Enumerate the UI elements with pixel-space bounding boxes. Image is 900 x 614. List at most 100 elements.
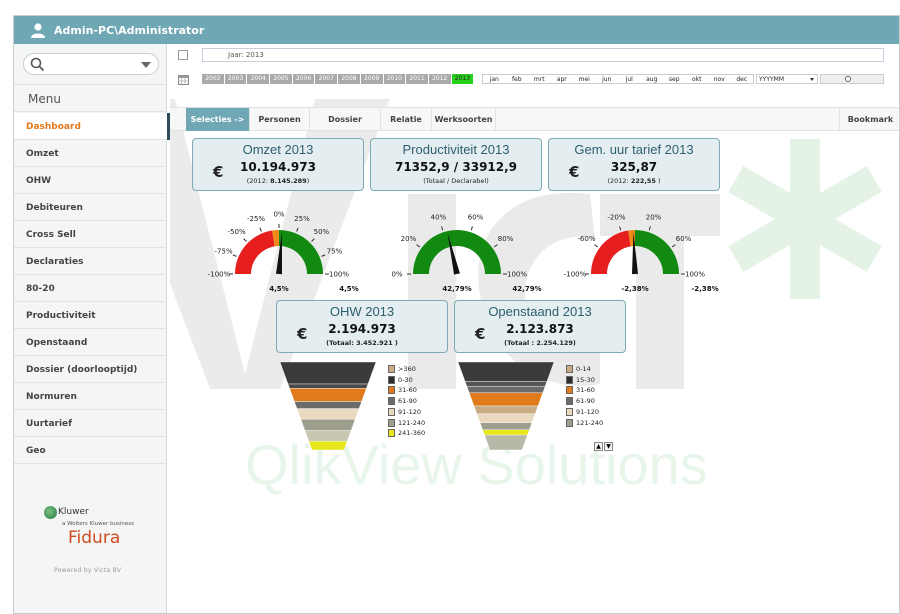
scroll-down-icon[interactable]: ▼: [604, 442, 613, 451]
tab-relatie[interactable]: Relatie: [381, 108, 432, 131]
jaar-filter[interactable]: Jaar: 2013: [202, 48, 884, 62]
funnel-segment[interactable]: [300, 419, 356, 431]
sidebar-item[interactable]: OHW: [14, 167, 167, 194]
year-option[interactable]: 2003: [224, 74, 248, 84]
sidebar-item[interactable]: Debiteuren: [14, 194, 167, 221]
funnel-segment[interactable]: [476, 413, 536, 423]
list-box-icon[interactable]: [178, 50, 188, 60]
funnel-segment[interactable]: [458, 362, 554, 382]
funnel-segment[interactable]: [468, 392, 544, 407]
funnel-segment[interactable]: [296, 408, 360, 420]
year-option[interactable]: 2009: [360, 74, 384, 84]
funnel-segment[interactable]: [473, 405, 539, 415]
funnel-segment[interactable]: [287, 383, 369, 389]
sidebar-item[interactable]: Uurtarief: [14, 410, 167, 437]
gauge-band: [591, 230, 631, 274]
legend-label: >360: [398, 365, 416, 373]
tab-selecties[interactable]: Selecties ->: [186, 108, 250, 131]
legend-item[interactable]: 61-90: [388, 396, 448, 406]
calendar-icon[interactable]: [178, 74, 189, 85]
sidebar-item[interactable]: Declaraties: [14, 248, 167, 275]
gauge-band: [279, 230, 323, 274]
month-option[interactable]: jan: [483, 75, 506, 84]
year-option[interactable]: 2007: [315, 74, 339, 84]
tab-personen[interactable]: Personen: [250, 108, 310, 131]
funnel-segment[interactable]: [280, 362, 376, 385]
month-option[interactable]: jul: [618, 75, 641, 84]
month-option[interactable]: aug: [641, 75, 664, 84]
title-bar: Admin-PC\Administrator: [14, 16, 899, 44]
legend-item[interactable]: >360: [388, 364, 448, 374]
month-option[interactable]: mei: [573, 75, 596, 84]
gauge-tick-label: 60%: [676, 235, 692, 243]
legend-item[interactable]: 31-60: [566, 385, 626, 395]
slider-knob[interactable]: [845, 76, 851, 82]
gauge-tick-label: 20%: [401, 235, 417, 243]
sidebar-item[interactable]: 80-20: [14, 275, 167, 302]
month-option[interactable]: sep: [663, 75, 686, 84]
legend-item[interactable]: 0-14: [566, 364, 626, 374]
legend-label: 91-120: [398, 407, 422, 416]
funnel-segment[interactable]: [294, 401, 362, 409]
legend-item[interactable]: 15-30: [566, 375, 626, 385]
search-input[interactable]: [23, 53, 159, 75]
gauge-tick: [311, 238, 315, 242]
legend-item[interactable]: 0-30: [388, 375, 448, 385]
funnel-segment[interactable]: [479, 422, 533, 430]
kpi-title: Gem. uur tarief 2013: [574, 142, 694, 157]
funnel-segment[interactable]: [304, 430, 352, 442]
year-option[interactable]: 2008: [338, 74, 361, 84]
gauge-tick-label: 100%: [685, 271, 705, 279]
year-option[interactable]: 2011: [406, 74, 429, 84]
month-option[interactable]: jun: [596, 75, 619, 84]
legend-item[interactable]: 241-360: [388, 428, 448, 438]
funnel-segment[interactable]: [308, 440, 348, 451]
legend-item[interactable]: 91-120: [388, 407, 448, 417]
sidebar-item[interactable]: Dossier (doorlooptijd): [14, 356, 167, 383]
month-option[interactable]: mrt: [528, 75, 551, 84]
funnel-segment[interactable]: [289, 388, 367, 402]
funnel-segment[interactable]: [484, 434, 528, 451]
sidebar-item[interactable]: Productiviteit: [14, 302, 167, 329]
gauge-value-label: -2,38%: [621, 285, 648, 293]
funnel-segment[interactable]: [464, 381, 548, 387]
month-option[interactable]: apr: [551, 75, 574, 84]
legend-item[interactable]: 61-90: [566, 396, 626, 406]
month-option[interactable]: feb: [506, 75, 529, 84]
year-option[interactable]: 2010: [383, 74, 407, 84]
sidebar-item[interactable]: Openstaand: [14, 329, 167, 356]
legend-item[interactable]: 31-60: [388, 385, 448, 395]
month-option[interactable]: nov: [708, 75, 731, 84]
sidebar-item[interactable]: Omzet: [14, 140, 167, 167]
tab-werksoorten[interactable]: Werksoorten: [432, 108, 496, 131]
year-option[interactable]: 2012: [428, 74, 452, 84]
legend-item[interactable]: 121-240: [388, 418, 448, 428]
month-option[interactable]: okt: [686, 75, 709, 84]
tab-dossier[interactable]: Dossier: [310, 108, 381, 131]
gauge-tick: [296, 227, 299, 232]
year-option[interactable]: 2006: [292, 74, 316, 84]
sidebar-item[interactable]: Normuren: [14, 383, 167, 410]
sidebar-item[interactable]: Geo: [14, 437, 167, 464]
legend-label: 0-30: [398, 375, 413, 384]
scroll-up-icon[interactable]: ▲: [594, 442, 603, 451]
legend-swatch: [388, 365, 395, 373]
chevron-down-icon[interactable]: [141, 62, 151, 68]
funnel-segment[interactable]: [482, 429, 530, 436]
bookmark-button[interactable]: Bookmark: [839, 108, 899, 131]
year-option[interactable]: 2004: [247, 74, 271, 84]
year-option[interactable]: 2013: [451, 74, 475, 84]
kpi-ohw: OHW 2013 € 2.194.973 (Totaal: 3.452.921 …: [276, 300, 448, 353]
sidebar-item[interactable]: Cross Sell: [14, 221, 167, 248]
funnel-segment[interactable]: [466, 386, 546, 393]
sidebar-item[interactable]: Dashboard: [14, 113, 167, 140]
legend-item[interactable]: 91-120: [566, 407, 626, 417]
gauge-value-label: -2,38%: [691, 285, 718, 293]
period-select[interactable]: YYYYMM: [756, 74, 818, 84]
period-slider[interactable]: [820, 74, 884, 84]
year-option[interactable]: 2005: [270, 74, 293, 84]
gauge-tick: [259, 227, 262, 232]
year-option[interactable]: 2002: [202, 74, 225, 84]
legend-item[interactable]: 121-240: [566, 418, 626, 428]
month-option[interactable]: dec: [731, 75, 754, 84]
